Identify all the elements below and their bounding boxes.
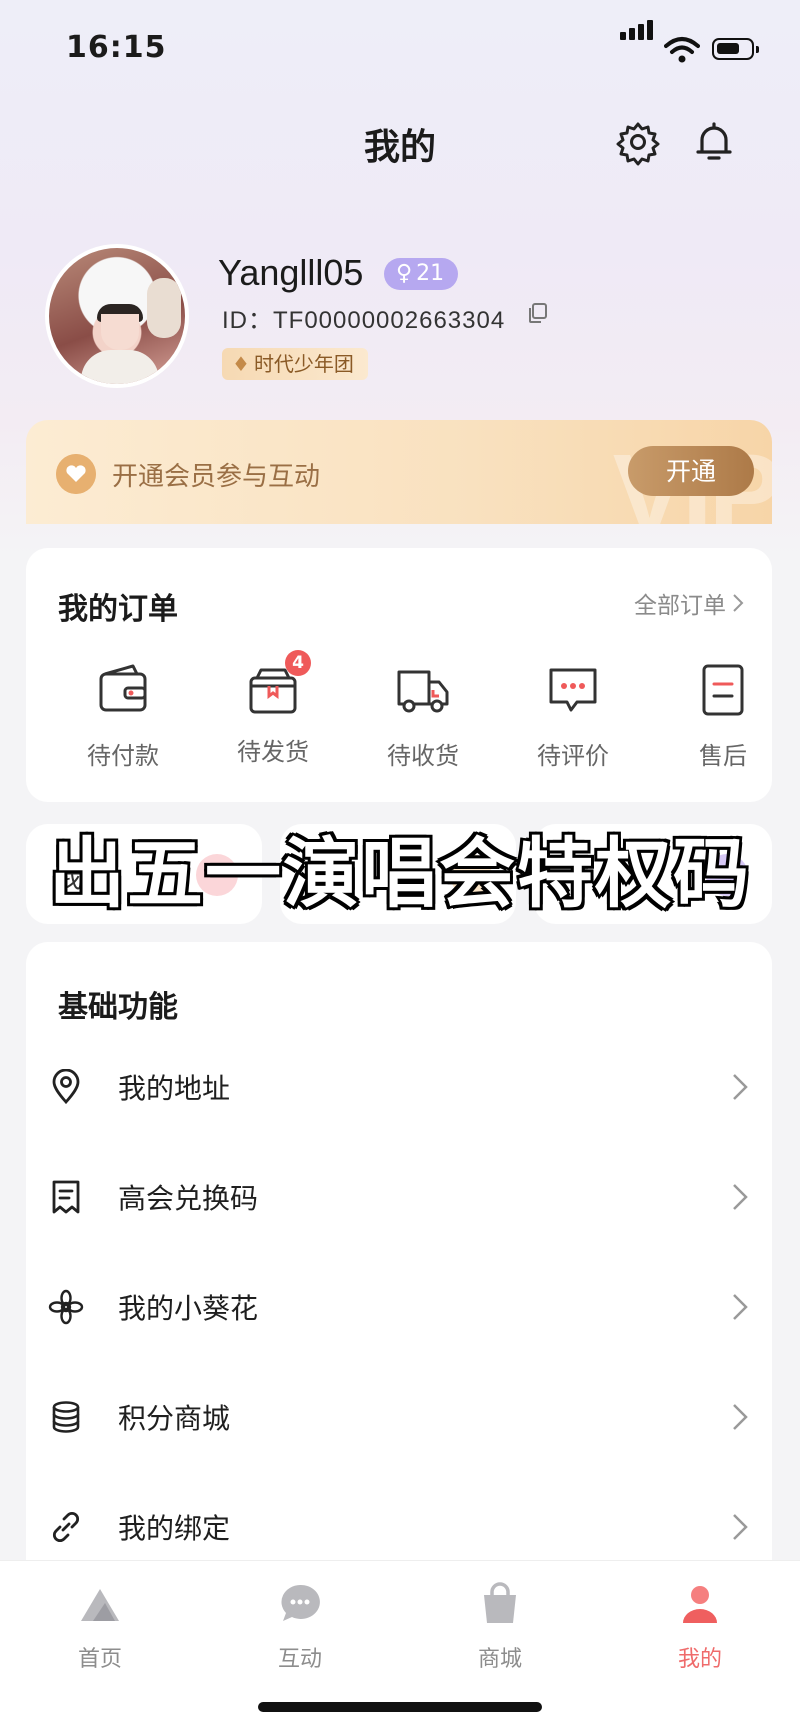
vip-banner[interactable]: VIP 开通会员参与互动 开通 [26, 420, 772, 524]
flower-icon [48, 1289, 84, 1325]
home-mountain-icon [81, 1589, 119, 1621]
vip-heart-icon [56, 454, 96, 494]
vip-text: 开通会员参与互动 [112, 462, 321, 492]
truck-icon [397, 670, 449, 713]
order-pending-receipt[interactable]: 待收货 [348, 660, 498, 771]
receipt-icon [52, 1180, 80, 1214]
video-caption-overlay: 出五一演唱会特权码 [47, 827, 752, 921]
page-title: 我的 [363, 127, 436, 168]
home-indicator [258, 1702, 542, 1712]
coins-icon [52, 1401, 80, 1433]
tab-home[interactable]: 首页 [40, 1581, 160, 1673]
chat-icon [281, 1584, 320, 1621]
order-pending-shipment[interactable]: 4 待发货 [198, 650, 348, 767]
diamond-icon: ♦ [232, 352, 250, 376]
order-pending-payment[interactable]: 待付款 [48, 660, 198, 771]
comment-icon [549, 668, 597, 712]
tab-label: 首页 [77, 1647, 122, 1672]
basic-functions-title: 基础功能 [58, 990, 178, 1025]
order-after-sales[interactable]: 售后 [648, 660, 798, 771]
order-label: 待发货 [237, 738, 309, 766]
menu-item-label: 我的地址 [118, 1072, 231, 1105]
order-label: 待评价 [537, 742, 609, 770]
menu-item-sunflower[interactable]: 我的小葵花 [26, 1252, 772, 1362]
chevron-right-icon [733, 1294, 748, 1320]
menu-item-label: 积分商城 [118, 1402, 231, 1435]
vip-open-button[interactable]: 开通 [628, 446, 754, 496]
order-label: 待付款 [87, 742, 159, 770]
status-time: 16:15 [66, 30, 167, 65]
location-pin-icon [52, 1069, 80, 1105]
menu-item-address[interactable]: 我的地址 [26, 1032, 772, 1142]
username: Yanglll05 [218, 252, 364, 293]
bell-icon[interactable] [690, 118, 738, 166]
user-id: ID：TF00000002663304 [222, 307, 506, 334]
status-bar: 16:15 [0, 0, 800, 100]
tab-interact[interactable]: 互动 [240, 1581, 360, 1673]
orders-card: 我的订单 全部订单 待付款 4 待发货 待收货 待评价 售后 [26, 548, 772, 802]
copy-icon[interactable] [526, 302, 548, 324]
tab-label: 互动 [277, 1647, 322, 1672]
all-orders-label: 全部订单 [634, 593, 726, 619]
avatar[interactable] [45, 244, 189, 388]
basic-functions-card: 基础功能 我的地址 高会兑换码 我的小葵花 积分商城 我的绑定 [26, 942, 772, 1582]
person-icon [683, 1586, 717, 1623]
wifi-icon [664, 37, 700, 63]
menu-item-redeem-code[interactable]: 高会兑换码 [26, 1142, 772, 1252]
tab-label: 我的 [677, 1647, 722, 1672]
fan-group-tag[interactable]: ♦ 时代少年团 [222, 348, 368, 380]
chevron-right-icon [733, 594, 744, 612]
order-label: 待收货 [387, 742, 459, 770]
aftersale-icon [702, 664, 744, 716]
chevron-right-icon [733, 1184, 748, 1210]
menu-item-label: 我的小葵花 [118, 1292, 259, 1325]
order-label: 售后 [699, 742, 747, 770]
chevron-right-icon [733, 1514, 748, 1540]
link-icon [52, 1511, 80, 1543]
tab-mine[interactable]: 我的 [640, 1581, 760, 1673]
gender-female-icon: ♀ [396, 261, 413, 286]
all-orders-link[interactable]: 全部订单 [634, 586, 744, 620]
menu-item-label: 高会兑换码 [118, 1182, 259, 1215]
tab-label: 商城 [477, 1647, 522, 1672]
gear-icon[interactable] [614, 118, 662, 166]
chevron-right-icon [733, 1404, 748, 1430]
menu-item-label: 我的绑定 [118, 1512, 231, 1545]
wallet-icon [99, 664, 147, 712]
shipment-count-badge: 4 [285, 650, 311, 676]
shopping-bag-icon [484, 1582, 516, 1623]
tab-mall[interactable]: 商城 [440, 1581, 560, 1673]
fan-group-label: 时代少年团 [253, 352, 354, 376]
chevron-right-icon [733, 1074, 748, 1100]
order-pending-review[interactable]: 待评价 [498, 660, 648, 771]
orders-title: 我的订单 [58, 592, 178, 627]
battery-icon [712, 38, 759, 60]
menu-item-points-mall[interactable]: 积分商城 [26, 1362, 772, 1472]
level-badge: ♀ 21 [384, 258, 459, 290]
level-value: 21 [416, 261, 445, 286]
